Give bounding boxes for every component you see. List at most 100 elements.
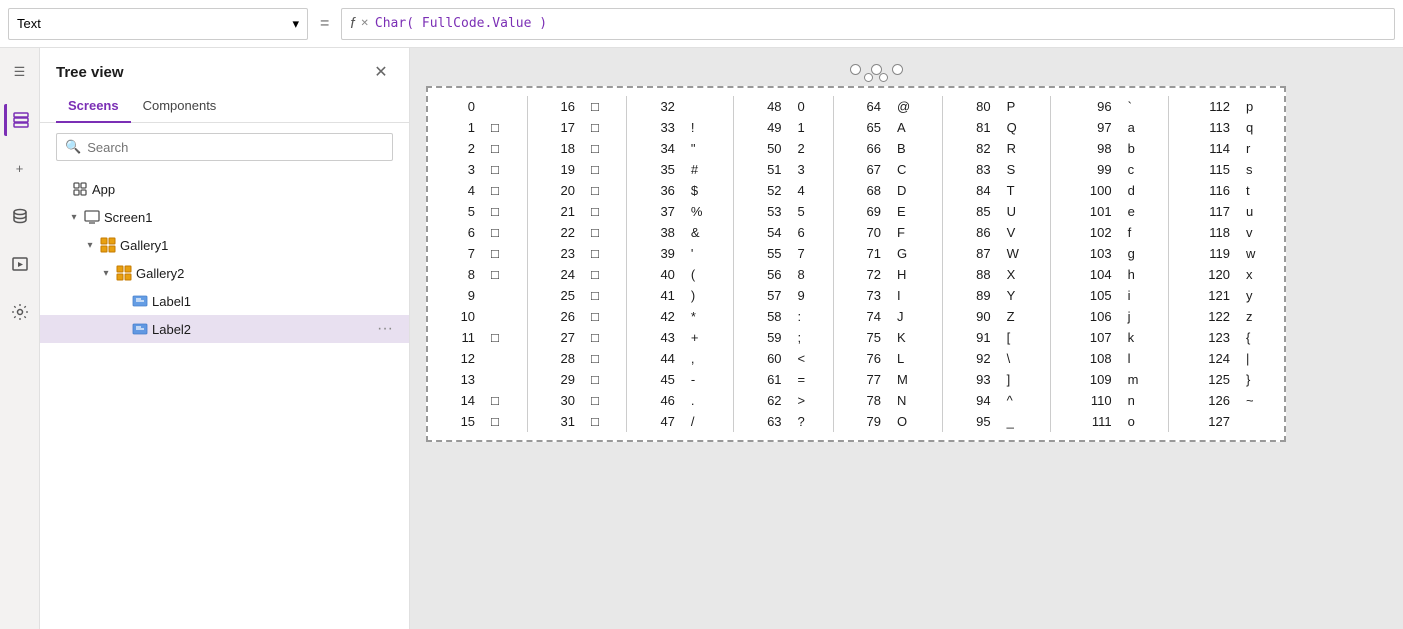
ascii-num-cell: 94: [943, 390, 999, 411]
ascii-char-cell: □: [583, 306, 627, 327]
app-label: App: [92, 182, 393, 197]
search-input[interactable]: [87, 140, 384, 155]
handle-circle-3[interactable]: [892, 64, 903, 75]
ascii-char-cell: j: [1120, 306, 1169, 327]
table-row: 14□30□46.62>78N94^110n126~: [428, 390, 1284, 411]
sidebar-settings-icon[interactable]: [4, 296, 36, 328]
top-bar: Text ▾ = f ✕ Char( FullCode.Value ): [0, 0, 1403, 48]
ascii-char-cell: ': [683, 243, 734, 264]
equals-sign: =: [316, 15, 333, 33]
ascii-num-cell: 117: [1169, 201, 1238, 222]
ascii-char-cell: b: [1120, 138, 1169, 159]
formula-bar[interactable]: f ✕ Char( FullCode.Value ): [341, 8, 1395, 40]
table-row: 8□24□40(56872H88X104h120x: [428, 264, 1284, 285]
ascii-char-cell: □: [583, 201, 627, 222]
ascii-char-cell: 2: [790, 138, 834, 159]
tree-item-label2[interactable]: Label2 ···: [40, 315, 409, 343]
property-dropdown[interactable]: Text ▾: [8, 8, 308, 40]
ascii-num-cell: 90: [943, 306, 999, 327]
sidebar-layers-icon[interactable]: [4, 104, 36, 136]
ascii-char-cell: M: [889, 369, 943, 390]
sidebar-plus-icon[interactable]: +: [4, 152, 36, 184]
ascii-char-cell: L: [889, 348, 943, 369]
ascii-num-cell: 119: [1169, 243, 1238, 264]
ascii-num-cell: 122: [1169, 306, 1238, 327]
gallery1-icon: [100, 237, 116, 254]
ascii-num-cell: 6: [428, 222, 483, 243]
tab-screens[interactable]: Screens: [56, 92, 131, 123]
ascii-char-cell: J: [889, 306, 943, 327]
ascii-num-cell: 88: [943, 264, 999, 285]
ascii-char-cell: ,: [683, 348, 734, 369]
ascii-num-cell: 22: [527, 222, 583, 243]
sidebar-database-icon[interactable]: [4, 200, 36, 232]
ascii-char-cell: .: [683, 390, 734, 411]
ascii-num-cell: 38: [627, 222, 683, 243]
ascii-char-cell: l: [1120, 348, 1169, 369]
tree-tabs: Screens Components: [40, 92, 409, 123]
dropdown-chevron-icon: ▾: [292, 16, 299, 32]
ascii-char-cell: A: [889, 117, 943, 138]
sidebar-hamburger-icon[interactable]: ☰: [4, 56, 36, 88]
ascii-num-cell: 27: [527, 327, 583, 348]
tree-item-screen1[interactable]: ▾ Screen1: [40, 203, 409, 231]
ascii-char-cell: }: [1238, 369, 1284, 390]
ascii-char-cell: [: [999, 327, 1051, 348]
tree-item-label1[interactable]: Label1: [40, 287, 409, 315]
ascii-char-cell: =: [790, 369, 834, 390]
ascii-num-cell: 75: [833, 327, 889, 348]
ascii-char-cell: T: [999, 180, 1051, 201]
ascii-num-cell: 105: [1051, 285, 1120, 306]
search-icon: 🔍: [65, 139, 81, 155]
tree-item-gallery1[interactable]: ▾ Gallery1: [40, 231, 409, 259]
ascii-char-cell: □: [583, 180, 627, 201]
ascii-num-cell: 85: [943, 201, 999, 222]
handle-inner-1[interactable]: [864, 73, 873, 82]
ascii-num-cell: 106: [1051, 306, 1120, 327]
handle-inner-2[interactable]: [879, 73, 888, 82]
tree-item-gallery2[interactable]: ▾ Gallery2: [40, 259, 409, 287]
ascii-num-cell: 57: [734, 285, 790, 306]
ascii-char-cell: @: [889, 96, 943, 117]
table-row: 925□41)57973I89Y105i121y: [428, 285, 1284, 306]
handle-circle-1[interactable]: [850, 64, 861, 75]
ascii-char-cell: 1: [790, 117, 834, 138]
table-row: 5□21□37%53569E85U101e117u: [428, 201, 1284, 222]
ascii-num-cell: 112: [1169, 96, 1238, 117]
ascii-num-cell: 46: [627, 390, 683, 411]
ascii-char-cell: \: [999, 348, 1051, 369]
ascii-char-cell: `: [1120, 96, 1169, 117]
sidebar-media-icon[interactable]: [4, 248, 36, 280]
ascii-char-cell: /: [683, 411, 734, 432]
tree-item-app[interactable]: App: [40, 175, 409, 203]
ascii-char-cell: ^: [999, 390, 1051, 411]
tree-header: Tree view ✕: [40, 48, 409, 92]
ascii-char-cell: □: [583, 348, 627, 369]
canvas-area[interactable]: 016□3248064@80P96`112p1□17□33!49165A81Q9…: [410, 48, 1403, 629]
ascii-char-cell: [483, 96, 527, 117]
ascii-char-cell: W: [999, 243, 1051, 264]
ascii-char-cell: #: [683, 159, 734, 180]
tab-components[interactable]: Components: [131, 92, 229, 123]
ascii-num-cell: 11: [428, 327, 483, 348]
ascii-char-cell: □: [583, 369, 627, 390]
tree-more-button[interactable]: ···: [377, 320, 393, 338]
ascii-char-cell: s: [1238, 159, 1284, 180]
ascii-num-cell: 39: [627, 243, 683, 264]
main-area: ☰ +: [0, 48, 1403, 629]
ascii-num-cell: 61: [734, 369, 790, 390]
ascii-num-cell: 84: [943, 180, 999, 201]
ascii-num-cell: 3: [428, 159, 483, 180]
ascii-num-cell: 66: [833, 138, 889, 159]
ascii-num-cell: 102: [1051, 222, 1120, 243]
tree-close-button[interactable]: ✕: [369, 60, 393, 84]
ascii-char-cell: c: [1120, 159, 1169, 180]
ascii-char-cell: ~: [1238, 390, 1284, 411]
ascii-char-cell: U: [999, 201, 1051, 222]
ascii-char-cell: e: [1120, 201, 1169, 222]
ascii-char-cell: □: [583, 222, 627, 243]
ascii-char-cell: [483, 306, 527, 327]
ascii-num-cell: 45: [627, 369, 683, 390]
ascii-char-cell: f: [1120, 222, 1169, 243]
ascii-char-cell: X: [999, 264, 1051, 285]
